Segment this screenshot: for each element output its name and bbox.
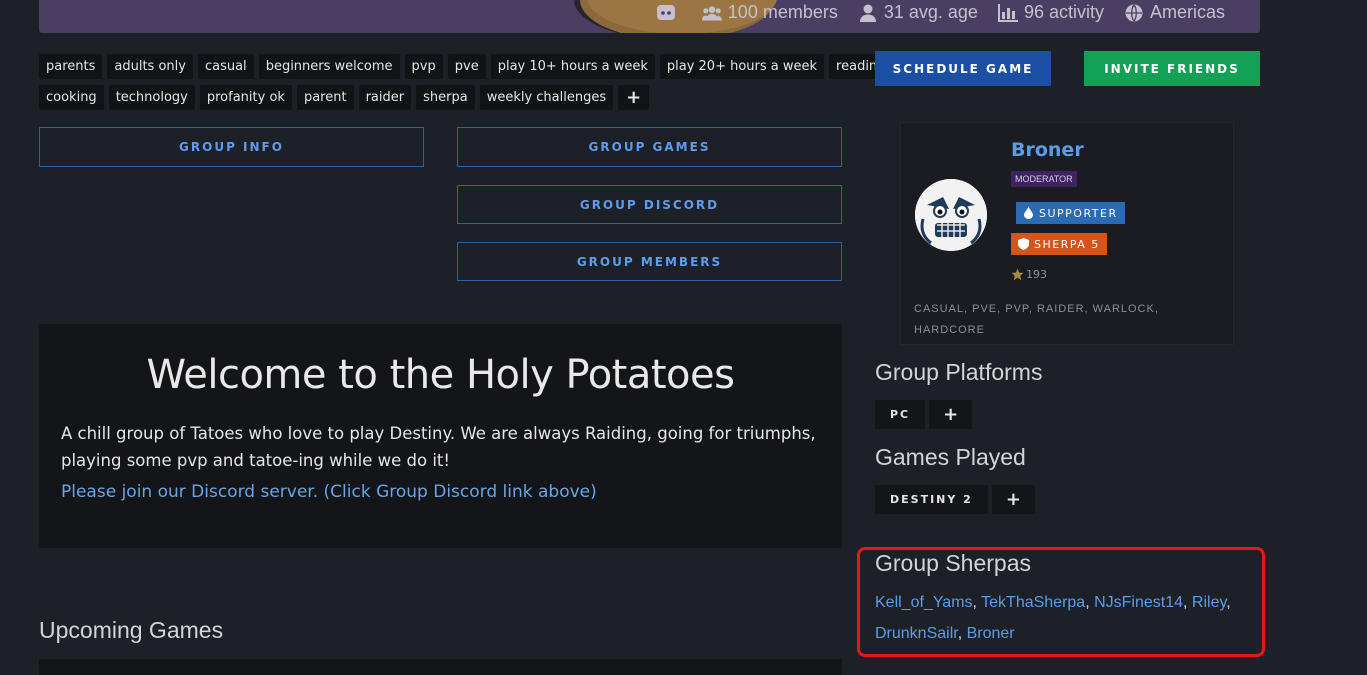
stat-age-label: 31 avg. age [883, 2, 978, 22]
sherpa-link[interactable]: Riley [1192, 594, 1226, 611]
globe-icon [1125, 4, 1143, 21]
tag-chip[interactable]: raider [358, 85, 412, 110]
games-played-title: Games Played [875, 444, 1026, 470]
upcoming-games-title: Upcoming Games [39, 617, 224, 643]
tag-chip[interactable]: technology [108, 85, 195, 110]
tag-chip[interactable]: profanity ok [199, 85, 292, 110]
user-icon [859, 4, 876, 22]
platform-list: PC + [875, 400, 973, 429]
stat-region-label: Americas [1149, 2, 1225, 22]
stat-region: Americas [1124, 2, 1225, 23]
platform-chip: PC [875, 400, 926, 429]
invite-friends-button[interactable]: INVITE FRIENDS [1084, 51, 1260, 86]
tag-chip[interactable]: beginners welcome [258, 54, 400, 79]
tag-chip[interactable]: parent [296, 85, 354, 110]
upcoming-games-list [39, 659, 842, 675]
sherpa-badge: SHERPA 5 [1011, 233, 1107, 255]
tag-chip[interactable]: pve [447, 54, 486, 79]
welcome-description: A chill group of Tatoes who love to play… [61, 424, 816, 470]
group-members-button[interactable]: GROUP MEMBERS [457, 242, 842, 281]
tag-chip[interactable]: play 10+ hours a week [490, 54, 655, 79]
tag-chip[interactable]: pvp [404, 54, 443, 79]
group-platforms-title: Group Platforms [875, 359, 1043, 385]
discord-info-link[interactable]: Please join our Discord server. (Click G… [61, 482, 820, 502]
sherpa-list: Kell_of_Yams, TekThaSherpa, NJsFinest14,… [875, 587, 1245, 649]
add-platform-button[interactable]: + [929, 400, 973, 429]
tag-chip[interactable]: weekly challenges [479, 85, 614, 110]
stat-age: 31 avg. age [858, 2, 978, 23]
welcome-panel: Welcome to the Holy Potatoes A chill gro… [39, 324, 842, 548]
tag-chip[interactable]: casual [197, 54, 254, 79]
stat-discord[interactable] [656, 4, 682, 22]
add-game-button[interactable]: + [991, 485, 1035, 514]
sherpa-link[interactable]: Kell_of_Yams [875, 594, 973, 611]
games-list: DESTINY 2 + [875, 485, 1035, 514]
tag-chip[interactable]: play 20+ hours a week [659, 54, 825, 79]
tag-row: parents adults only casual beginners welcom… [39, 54, 893, 79]
schedule-game-button[interactable]: SCHEDULE GAME [875, 51, 1051, 86]
drop-icon [1024, 207, 1033, 219]
tag-chip[interactable]: parents [39, 54, 103, 79]
moderator-name[interactable]: Broner [1011, 139, 1084, 161]
group-discord-button[interactable]: GROUP DISCORD [457, 185, 842, 224]
rating-value: 193 [1026, 268, 1047, 281]
discord-icon [656, 4, 675, 20]
group-sherpas-title: Group Sherpas [875, 550, 1031, 576]
shield-icon [1018, 238, 1029, 250]
group-banner: 100 members 31 avg. age 96 activity Amer… [39, 0, 1260, 33]
moderator-badge: MODERATOR [1011, 171, 1077, 187]
sherpa-badge-label: SHERPA 5 [1034, 237, 1100, 251]
game-chip: DESTINY 2 [875, 485, 988, 514]
sherpa-separator: , [1085, 594, 1095, 611]
group-tags: parents adults only casual beginners welcom… [39, 54, 893, 116]
stat-activity-label: 96 activity [1023, 2, 1104, 22]
sherpa-separator: , [972, 594, 982, 611]
tag-row: cooking technology profanity ok parent raide… [39, 85, 839, 110]
sherpa-link[interactable]: Broner [967, 625, 1015, 642]
stat-members-label: 100 members [727, 2, 838, 22]
stat-members: 100 members [701, 2, 838, 23]
tag-chip[interactable]: sherpa [416, 85, 475, 110]
group-stats: 100 members 31 avg. age 96 activity Amer… [656, 2, 1225, 23]
members-icon [701, 5, 722, 20]
rating: 193 [1011, 268, 1047, 281]
activity-chart-icon [997, 3, 1018, 22]
supporter-badge: SUPPORTER [1016, 202, 1125, 224]
sherpa-link[interactable]: TekThaSherpa [981, 594, 1085, 611]
group-games-button[interactable]: GROUP GAMES [457, 127, 842, 167]
avatar-image [915, 179, 987, 251]
tag-chip[interactable]: cooking [39, 85, 104, 110]
supporter-badge-label: SUPPORTER [1039, 206, 1118, 220]
tag-chip[interactable]: adults only [107, 54, 193, 79]
moderator-card: Broner MODERATOR SUPPORTER SHERPA 5 193 … [900, 122, 1234, 345]
welcome-title: Welcome to the Holy Potatoes [146, 352, 735, 398]
group-info-button[interactable]: GROUP INFO [39, 127, 424, 167]
sherpa-separator: , [1183, 594, 1192, 611]
sherpa-link[interactable]: NJsFinest14 [1094, 594, 1183, 611]
stat-activity: 96 activity [997, 2, 1104, 23]
sherpa-link[interactable]: DrunknSailr [875, 625, 958, 642]
sherpa-separator: , [1226, 594, 1231, 611]
add-tag-button[interactable]: + [618, 85, 650, 110]
star-icon [1011, 268, 1024, 281]
avatar[interactable] [915, 179, 987, 251]
moderator-tags: CASUAL, PVE, PVP, RAIDER, WARLOCK, HARDC… [914, 303, 1159, 336]
sherpa-separator: , [957, 625, 967, 642]
